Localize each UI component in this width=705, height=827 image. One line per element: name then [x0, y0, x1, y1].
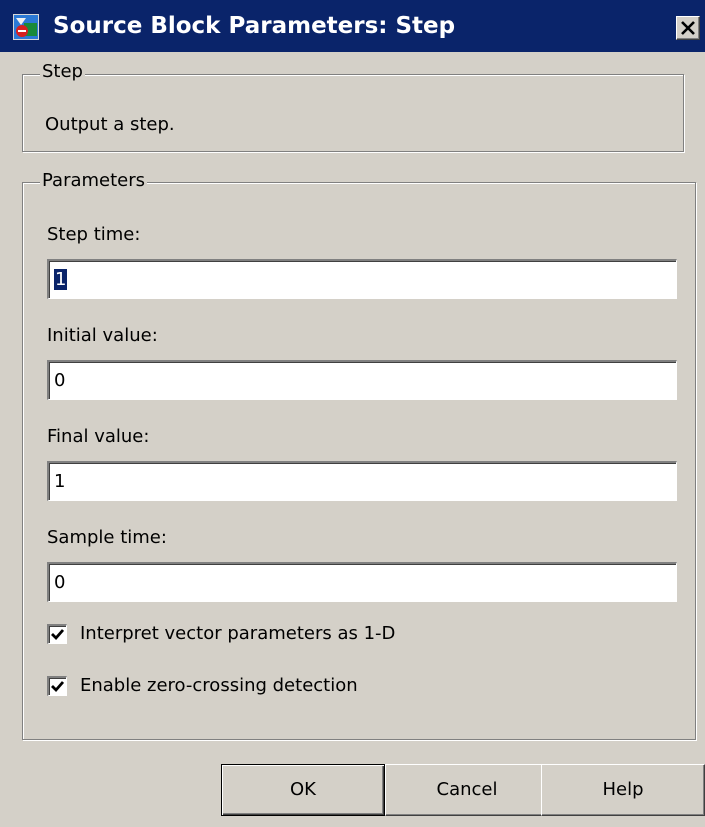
simulink-block-icon	[13, 14, 39, 40]
ok-button[interactable]: OK	[221, 764, 385, 816]
step-time-input[interactable]: 1	[46, 258, 678, 300]
interpret-vector-label: Interpret vector parameters as 1-D	[80, 623, 396, 644]
sample-time-input[interactable]	[46, 561, 678, 603]
close-icon	[681, 21, 695, 35]
initial-value-input[interactable]	[46, 359, 678, 401]
step-time-value: 1	[54, 269, 68, 290]
help-button[interactable]: Help	[541, 764, 705, 816]
title-bar[interactable]: Source Block Parameters: Step	[0, 0, 705, 52]
block-group-legend: Step	[40, 61, 85, 83]
block-description-group	[22, 74, 684, 152]
checkmark-icon	[51, 681, 65, 693]
cancel-button[interactable]: Cancel	[385, 764, 549, 816]
final-value-input[interactable]	[46, 460, 678, 502]
zero-crossing-label: Enable zero-crossing detection	[80, 675, 358, 696]
final-value-label: Final value:	[47, 426, 150, 447]
initial-value-label: Initial value:	[47, 325, 158, 346]
parameters-group-legend: Parameters	[40, 170, 148, 192]
checkmark-icon	[51, 629, 65, 641]
block-description: Output a step.	[45, 114, 175, 135]
close-button[interactable]	[676, 16, 700, 40]
interpret-vector-checkbox-row[interactable]: Interpret vector parameters as 1-D	[47, 623, 467, 648]
zero-crossing-checkbox[interactable]	[47, 676, 67, 696]
dialog-window: Source Block Parameters: Step Step Outpu…	[0, 0, 705, 827]
sample-time-label: Sample time:	[47, 527, 167, 548]
window-title: Source Block Parameters: Step	[53, 13, 456, 39]
step-time-label: Step time:	[47, 224, 141, 245]
zero-crossing-checkbox-row[interactable]: Enable zero-crossing detection	[47, 675, 467, 700]
interpret-vector-checkbox[interactable]	[47, 624, 67, 644]
